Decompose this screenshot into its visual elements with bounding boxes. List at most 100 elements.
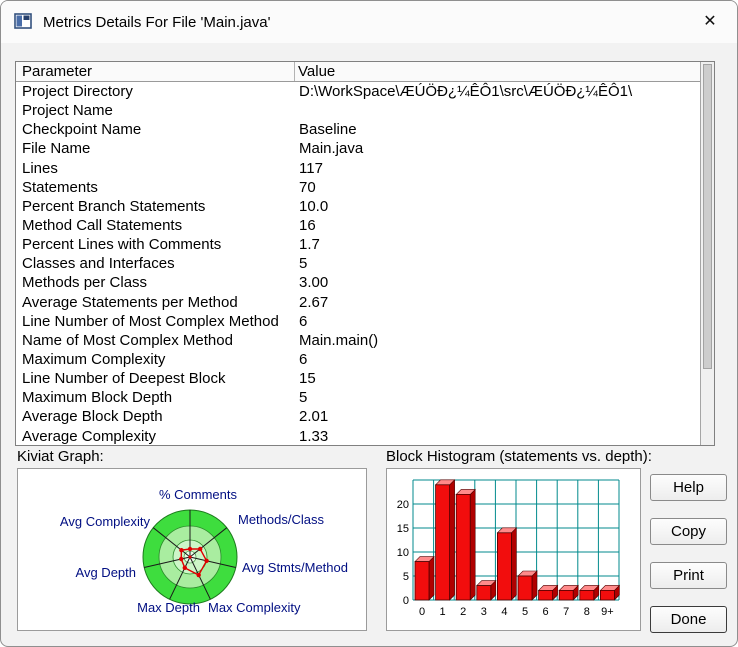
histogram-svg: 0 5 10 15 20 0 1 2 3 4 5 6 7 8 9+ (397, 479, 621, 618)
param-cell: Line Number of Most Complex Method (22, 312, 279, 330)
param-cell: Classes and Interfaces (22, 255, 175, 273)
svg-text:2: 2 (460, 606, 466, 618)
value-cell: Main.java (299, 140, 364, 158)
table-row[interactable]: Project Name (16, 101, 700, 120)
svg-text:4: 4 (501, 606, 507, 618)
table-row[interactable]: Line Number of Most Complex Method 6 (16, 312, 700, 331)
svg-text:15: 15 (397, 523, 409, 535)
svg-text:1: 1 (440, 606, 446, 618)
param-cell: Method Call Statements (22, 216, 183, 234)
table-row[interactable]: Name of Most Complex Method Main.main() (16, 331, 700, 350)
value-cell: Baseline (299, 121, 357, 139)
svg-text:3: 3 (481, 606, 487, 618)
table-row[interactable]: Lines 117 (16, 159, 700, 178)
kiviat-axis-methods-class: Methods/Class (238, 512, 324, 527)
svg-text:5: 5 (522, 606, 528, 618)
table-row[interactable]: Average Block Depth 2.01 (16, 407, 700, 426)
scrollbar-thumb[interactable] (703, 64, 712, 369)
svg-text:5: 5 (403, 571, 409, 583)
svg-text:7: 7 (563, 606, 569, 618)
metrics-details-dialog: Metrics Details For File 'Main.java' ✕ P… (0, 0, 738, 647)
param-cell: Statements (22, 178, 98, 196)
titlebar: Metrics Details For File 'Main.java' ✕ (1, 1, 737, 43)
table-row[interactable]: Average Statements per Method 2.67 (16, 293, 700, 312)
table-body: Project Directory D:\WorkSpace\ÆÚÖÐ¿¼ÊÔ1… (16, 82, 700, 445)
table-header: Parameter Value (16, 62, 714, 82)
table-row[interactable]: Statements 70 (16, 178, 700, 197)
value-cell: 10.0 (299, 197, 329, 215)
value-cell: 3.00 (299, 274, 329, 292)
close-icon[interactable]: ✕ (693, 7, 727, 37)
param-cell: Lines (22, 159, 58, 177)
table-row[interactable]: Percent Lines with Comments 1.7 (16, 235, 700, 254)
value-cell: 2.67 (299, 293, 329, 311)
param-cell: Project Directory (22, 83, 133, 100)
param-cell: Methods per Class (22, 274, 148, 292)
value-cell (296, 101, 700, 120)
svg-text:6: 6 (543, 606, 549, 618)
done-button[interactable]: Done (650, 606, 727, 633)
param-cell: Maximum Block Depth (22, 389, 173, 407)
param-cell: Checkpoint Name (22, 121, 142, 139)
table-row[interactable]: Average Complexity 1.33 (16, 427, 700, 445)
kiviat-axis-comments: % Comments (159, 487, 238, 502)
kiviat-svg: % Comments Methods/Class Avg Stmts/Metho… (60, 487, 348, 615)
param-cell: Name of Most Complex Method (22, 331, 233, 349)
svg-text:0: 0 (419, 606, 425, 618)
value-cell: 70 (299, 178, 316, 196)
param-cell: Line Number of Deepest Block (22, 370, 226, 388)
param-cell: Average Block Depth (22, 408, 163, 426)
block-histogram-label: Block Histogram (statements vs. depth): (386, 448, 652, 465)
print-button[interactable]: Print (650, 562, 727, 589)
table-row[interactable]: Line Number of Deepest Block 15 (16, 369, 700, 388)
metrics-table: Parameter Value Project Directory D:\Wor… (15, 61, 715, 446)
param-cell: Percent Branch Statements (22, 197, 206, 215)
help-button[interactable]: Help (650, 474, 727, 501)
value-cell: 117 (299, 159, 323, 177)
value-cell: 1.7 (299, 236, 320, 254)
svg-text:0: 0 (403, 595, 409, 607)
svg-text:9+: 9+ (601, 606, 614, 618)
param-cell: Project Name (22, 102, 113, 120)
vertical-scrollbar[interactable] (700, 62, 714, 445)
table-row[interactable]: Method Call Statements 16 (16, 216, 700, 235)
app-icon (14, 13, 32, 29)
column-header-value[interactable]: Value (295, 62, 714, 81)
table-row[interactable]: Project Directory D:\WorkSpace\ÆÚÖÐ¿¼ÊÔ1… (16, 82, 700, 101)
table-row[interactable]: Checkpoint Name Baseline (16, 120, 700, 139)
value-cell: 5 (299, 389, 308, 407)
kiviat-axis-avg-depth: Avg Depth (76, 565, 136, 580)
value-cell: 1.33 (299, 427, 329, 445)
window-title: Metrics Details For File 'Main.java' (43, 13, 271, 31)
table-row[interactable]: Classes and Interfaces 5 (16, 254, 700, 273)
value-cell: 16 (299, 216, 316, 234)
table-row[interactable]: Maximum Block Depth 5 (16, 388, 700, 407)
kiviat-graph: % Comments Methods/Class Avg Stmts/Metho… (17, 468, 367, 631)
table-row[interactable]: Maximum Complexity 6 (16, 350, 700, 369)
kiviat-axis-avg-complexity: Avg Complexity (60, 514, 151, 529)
value-cell: Main.main() (299, 331, 379, 349)
value-cell: 5 (299, 255, 308, 273)
param-cell: Maximum Complexity (22, 350, 166, 368)
table-row[interactable]: File Name Main.java (16, 139, 700, 158)
value-cell: 6 (299, 312, 308, 330)
param-cell: File Name (22, 140, 91, 158)
kiviat-axis-avg-stmts: Avg Stmts/Method (242, 560, 348, 575)
copy-button[interactable]: Copy (650, 518, 727, 545)
table-row[interactable]: Percent Branch Statements 10.0 (16, 197, 700, 216)
kiviat-graph-label: Kiviat Graph: (17, 448, 104, 465)
value-cell: 6 (299, 350, 308, 368)
kiviat-axis-max-depth: Max Depth (137, 600, 200, 615)
param-cell: Average Complexity (22, 427, 156, 445)
param-cell: Percent Lines with Comments (22, 236, 222, 254)
column-header-parameter[interactable]: Parameter (16, 62, 295, 81)
svg-text:8: 8 (584, 606, 590, 618)
value-cell: 15 (299, 370, 316, 388)
value-cell: 2.01 (299, 408, 329, 426)
kiviat-axis-max-complexity: Max Complexity (208, 600, 301, 615)
value-cell: D:\WorkSpace\ÆÚÖÐ¿¼ÊÔ1\src\ÆÚÖÐ¿¼ÊÔ1\ (299, 83, 633, 100)
block-histogram: 0 5 10 15 20 0 1 2 3 4 5 6 7 8 9+ (386, 468, 641, 631)
table-row[interactable]: Methods per Class 3.00 (16, 273, 700, 292)
svg-text:20: 20 (397, 499, 409, 511)
svg-text:10: 10 (397, 547, 409, 559)
